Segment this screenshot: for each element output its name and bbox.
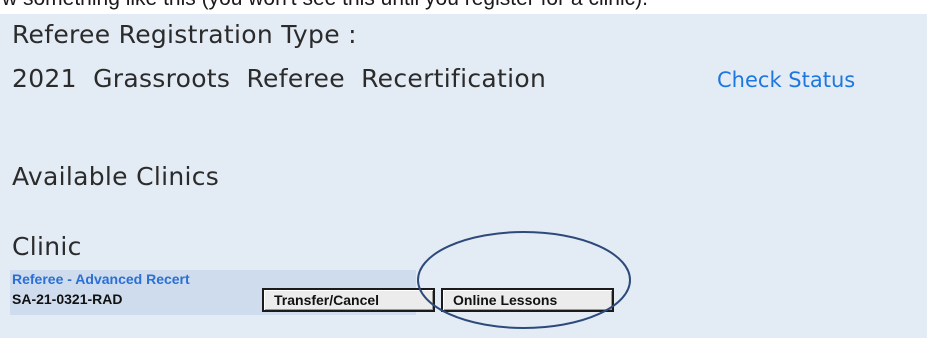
registration-panel: Referee Registration Type : 2021 Grassro… <box>0 14 927 338</box>
transfer-cancel-button[interactable]: Transfer/Cancel <box>262 288 435 312</box>
registration-type-value: 2021 Grassroots Referee Recertification <box>12 64 547 93</box>
check-status-link[interactable]: Check Status <box>717 68 855 92</box>
available-clinics-heading: Available Clinics <box>12 162 220 191</box>
clinic-name-link[interactable]: Referee - Advanced Recert <box>12 271 190 287</box>
annotation-ellipse-shape <box>417 231 631 329</box>
online-lessons-button[interactable]: Online Lessons <box>441 288 614 312</box>
clinic-row: Referee - Advanced Recert SA-21-0321-RAD… <box>10 270 614 315</box>
clinic-code: SA-21-0321-RAD <box>12 291 123 307</box>
caption-strip: w something like this (you won't see thi… <box>0 0 927 14</box>
registration-type-label: Referee Registration Type : <box>12 20 357 49</box>
caption-text: w something like this (you won't see thi… <box>2 0 648 11</box>
annotation-ellipse <box>417 231 631 329</box>
clinic-column-header: Clinic <box>12 232 82 261</box>
